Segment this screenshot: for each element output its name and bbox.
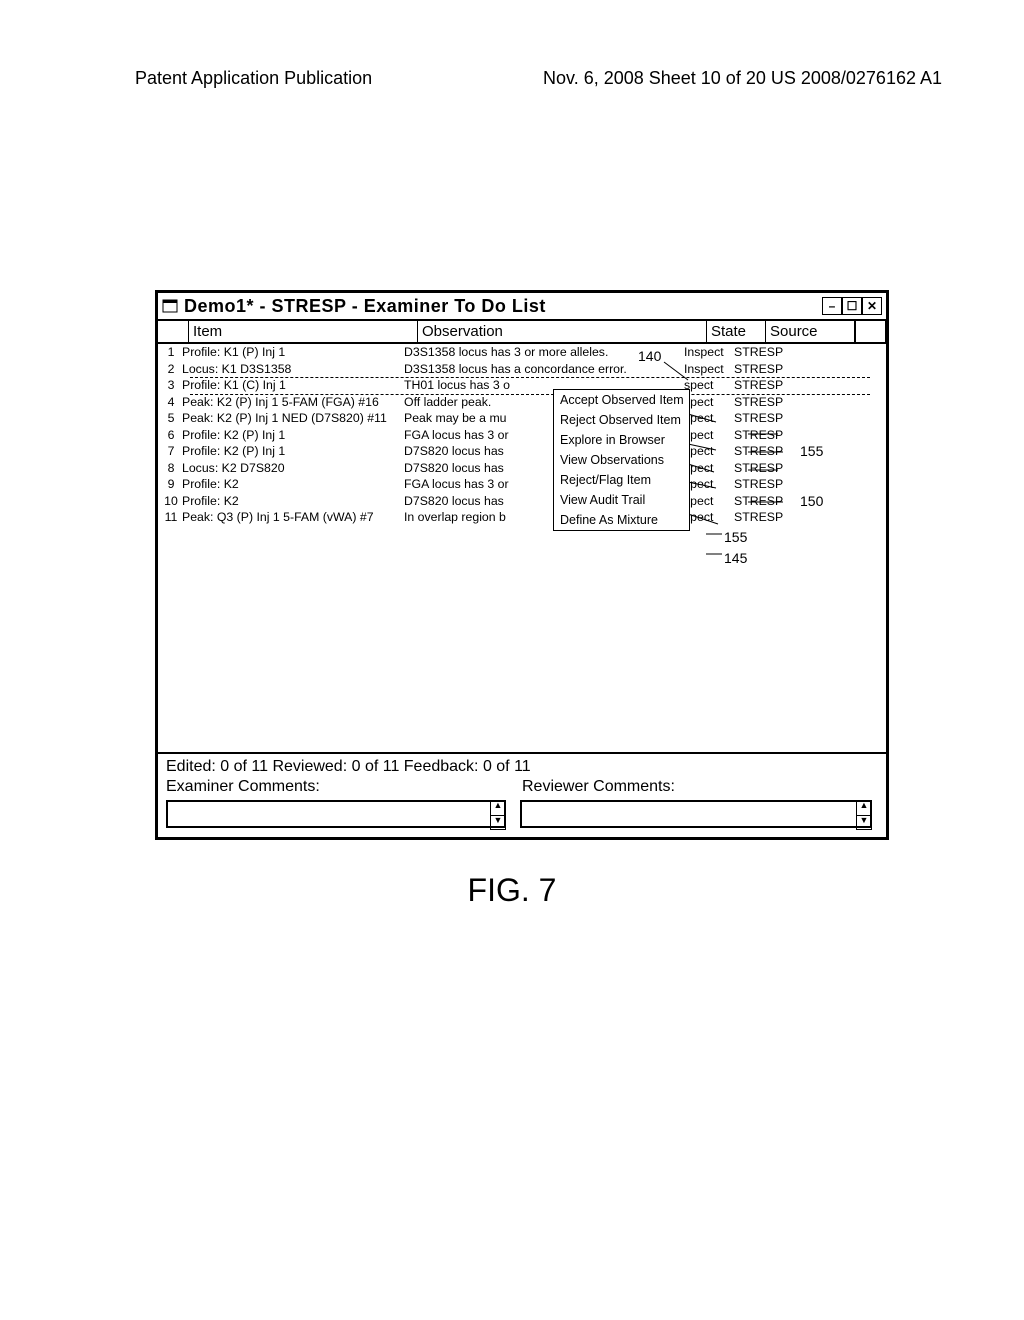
reviewer-comments-label: Reviewer Comments:	[522, 778, 675, 796]
menu-mixture[interactable]: Define As Mixture	[554, 510, 689, 530]
row-state: Inspect	[684, 344, 734, 361]
window-title: Demo1* - STRESP - Examiner To Do List	[184, 296, 822, 317]
col-state: State	[707, 321, 766, 342]
row-item: Profile: K2 (P) Inj 1	[182, 443, 404, 460]
maximize-button[interactable]: ☐	[842, 297, 862, 315]
row-state: spect	[684, 443, 734, 460]
page-header-right: Nov. 6, 2008 Sheet 10 of 20 US 2008/0276…	[543, 68, 942, 89]
row-state: spect	[684, 509, 734, 526]
table-header: Item Observation State Source	[158, 321, 886, 344]
row-source: STRESP	[734, 427, 814, 444]
row-num: 11	[160, 509, 182, 526]
minimize-button[interactable]: –	[822, 297, 842, 315]
row-state: spect	[684, 377, 734, 394]
menu-reject-flag[interactable]: Reject/Flag Item	[554, 470, 689, 490]
row-num: 4	[160, 394, 182, 411]
footer-stats: Edited: 0 of 11 Reviewed: 0 of 11 Feedba…	[166, 758, 878, 776]
menu-audit[interactable]: View Audit Trail	[554, 490, 689, 510]
table-row[interactable]: 11Peak: Q3 (P) Inj 1 5-FAM (vWA) #7In ov…	[158, 509, 886, 526]
row-num: 8	[160, 460, 182, 477]
table-row[interactable]: 8Locus: K2 D7S820D7S820 locus hasspectST…	[158, 460, 886, 477]
row-item: Peak: K2 (P) Inj 1 5-FAM (FGA) #16	[182, 394, 404, 411]
row-item: Profile: K2	[182, 493, 404, 510]
col-observation: Observation	[418, 321, 707, 342]
reviewer-comments-input[interactable]: ▲▼	[520, 800, 872, 828]
figure-label: FIG. 7	[0, 872, 1024, 909]
table-row[interactable]: 9Profile: K2FGA locus has 3 orspectSTRES…	[158, 476, 886, 493]
row-source: STRESP	[734, 509, 814, 526]
table-row[interactable]: 10Profile: K2D7S820 locus hasspectSTRESP	[158, 493, 886, 510]
row-source: STRESP	[734, 361, 814, 378]
callout-155: 155	[724, 529, 747, 545]
row-state: spect	[684, 493, 734, 510]
row-num: 6	[160, 427, 182, 444]
callout-140: 140	[638, 348, 661, 364]
col-source: Source	[766, 321, 855, 342]
examiner-comments-input[interactable]: ▲▼	[166, 800, 506, 828]
row-source: STRESP	[734, 476, 814, 493]
row-state: Inspect	[684, 361, 734, 378]
callout-150: 150	[800, 493, 823, 509]
row-num: 2	[160, 361, 182, 378]
row-source: STRESP	[734, 394, 814, 411]
row-state: spect	[684, 410, 734, 427]
row-item: Profile: K1 (P) Inj 1	[182, 344, 404, 361]
row-state: spect	[684, 394, 734, 411]
close-button[interactable]: ✕	[862, 297, 882, 315]
table-row[interactable]: 4Peak: K2 (P) Inj 1 5-FAM (FGA) #16Off l…	[158, 394, 886, 411]
table-row[interactable]: 3Profile: K1 (C) Inj 1TH01 locus has 3 o…	[158, 377, 886, 394]
spinner-icon[interactable]: ▲▼	[490, 800, 506, 830]
row-source: STRESP	[734, 377, 814, 394]
row-item: Profile: K2	[182, 476, 404, 493]
row-num: 10	[160, 493, 182, 510]
row-item: Peak: Q3 (P) Inj 1 5-FAM (vWA) #7	[182, 509, 404, 526]
row-num: 1	[160, 344, 182, 361]
row-item: Peak: K2 (P) Inj 1 NED (D7S820) #11	[182, 410, 404, 427]
app-window: Demo1* - STRESP - Examiner To Do List – …	[155, 290, 889, 840]
dash-separator	[190, 394, 870, 395]
row-num: 7	[160, 443, 182, 460]
menu-reject[interactable]: Reject Observed Item	[554, 410, 689, 430]
row-item: Profile: K2 (P) Inj 1	[182, 427, 404, 444]
callout-145: 145	[724, 550, 747, 566]
row-source: STRESP	[734, 344, 814, 361]
titlebar: Demo1* - STRESP - Examiner To Do List – …	[158, 293, 886, 321]
examiner-comments-label: Examiner Comments:	[166, 778, 522, 796]
row-num: 3	[160, 377, 182, 394]
window-icon	[162, 299, 178, 313]
col-blank	[855, 321, 886, 342]
table-row[interactable]: 2Locus: K1 D3S1358D3S1358 locus has a co…	[158, 361, 886, 378]
row-source: STRESP	[734, 460, 814, 477]
row-item: Locus: K2 D7S820	[182, 460, 404, 477]
callout-155: 155	[800, 443, 823, 459]
context-menu[interactable]: Accept Observed Item Reject Observed Ite…	[553, 389, 690, 531]
table-row[interactable]: 7Profile: K2 (P) Inj 1D7S820 locus hassp…	[158, 443, 886, 460]
footer: Edited: 0 of 11 Reviewed: 0 of 11 Feedba…	[158, 752, 886, 842]
col-item: Item	[189, 321, 418, 342]
table-row[interactable]: 6Profile: K2 (P) Inj 1FGA locus has 3 or…	[158, 427, 886, 444]
row-state: spect	[684, 460, 734, 477]
row-num: 9	[160, 476, 182, 493]
spinner-icon[interactable]: ▲▼	[856, 800, 872, 830]
table-row[interactable]: 1Profile: K1 (P) Inj 1D3S1358 locus has …	[158, 344, 886, 361]
menu-view-obs[interactable]: View Observations	[554, 450, 689, 470]
row-state: spect	[684, 476, 734, 493]
row-state: spect	[684, 427, 734, 444]
page-header-left: Patent Application Publication	[135, 68, 372, 89]
menu-accept[interactable]: Accept Observed Item	[554, 390, 689, 410]
row-num: 5	[160, 410, 182, 427]
col-num	[158, 321, 189, 342]
row-source: STRESP	[734, 410, 814, 427]
table-row[interactable]: 5Peak: K2 (P) Inj 1 NED (D7S820) #11Peak…	[158, 410, 886, 427]
table-body: 1Profile: K1 (P) Inj 1D3S1358 locus has …	[158, 344, 886, 752]
menu-explore[interactable]: Explore in Browser	[554, 430, 689, 450]
row-item: Profile: K1 (C) Inj 1	[182, 377, 404, 394]
row-item: Locus: K1 D3S1358	[182, 361, 404, 378]
dash-separator	[190, 377, 870, 378]
